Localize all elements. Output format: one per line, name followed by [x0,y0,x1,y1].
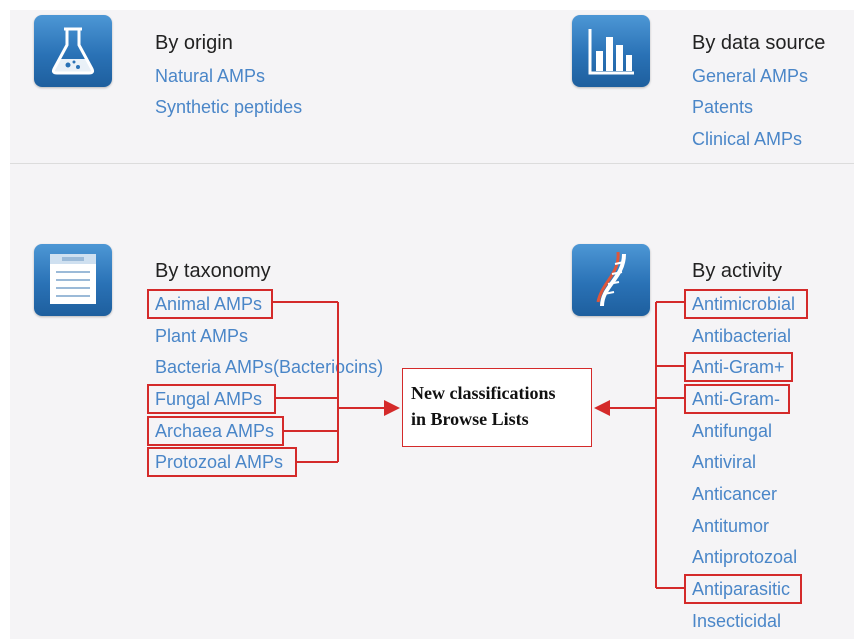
new-classifications-callout: New classifications in Browse Lists [402,368,592,447]
connector-lines [273,301,684,589]
callout-line-1: New classifications [411,383,556,403]
callout-line-2: in Browse Lists [411,409,529,429]
